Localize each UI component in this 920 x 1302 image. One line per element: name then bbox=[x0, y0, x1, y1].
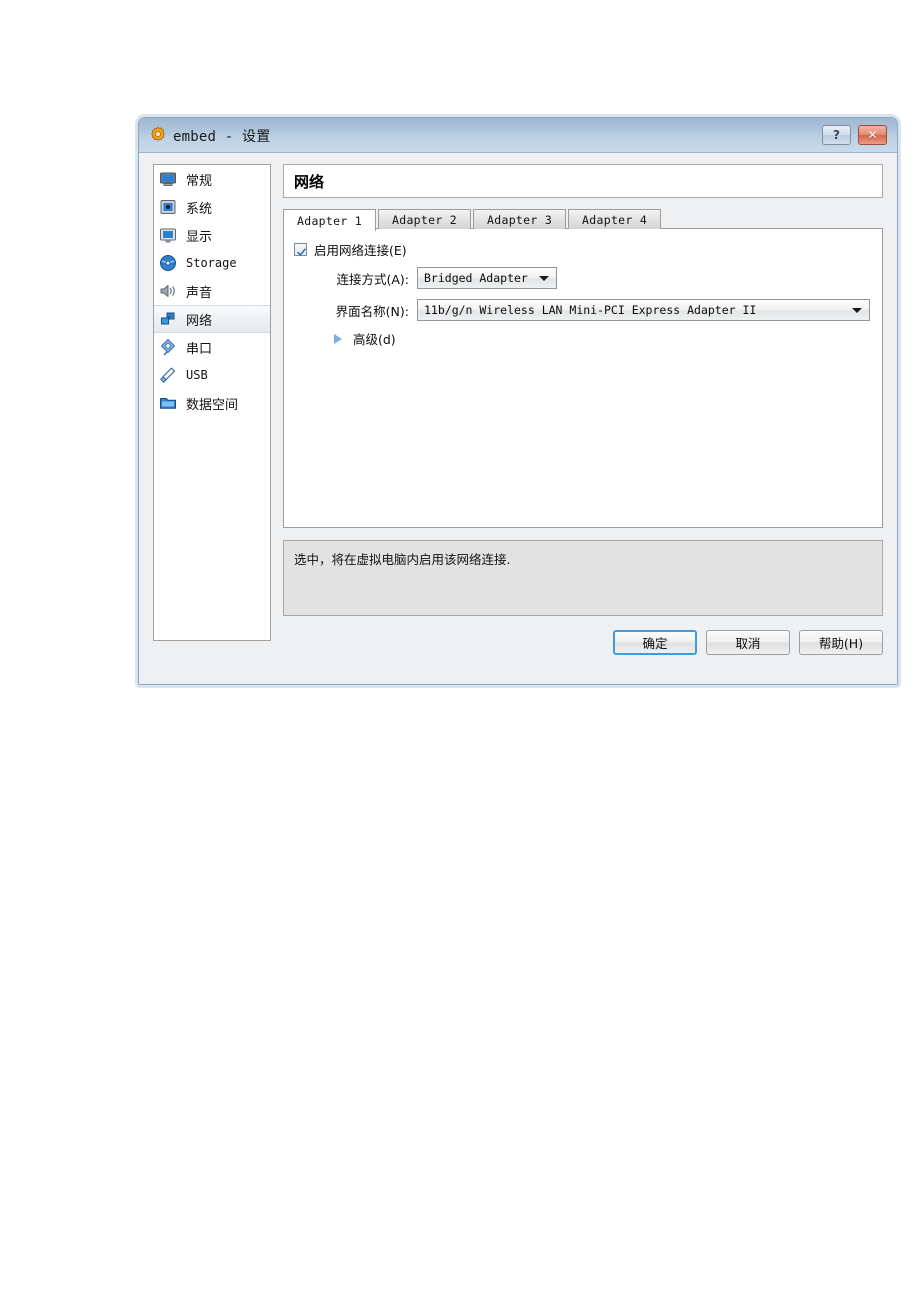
sidebar-item-label: 串口 bbox=[186, 341, 213, 357]
sidebar-item-network[interactable]: 网络 bbox=[154, 305, 270, 333]
close-button[interactable]: ✕ bbox=[858, 125, 887, 145]
help-titlebar-button[interactable]: ? bbox=[822, 125, 851, 145]
attached-to-label: 连接方式(A): bbox=[336, 271, 409, 287]
dialog-body: 常规 系统 显示 Storage 声音 网络 串口 USB 数据空间 网络 Ad… bbox=[139, 153, 897, 684]
disc-icon bbox=[158, 253, 178, 273]
sidebar-item-label: 声音 bbox=[186, 285, 213, 301]
chevron-down-icon bbox=[539, 276, 549, 281]
help-button-label: 帮助(H) bbox=[818, 636, 864, 651]
sidebar-item-storage[interactable]: Storage bbox=[154, 249, 270, 277]
sidebar-item-label: 常规 bbox=[186, 173, 213, 189]
hint-panel: 选中，将在虚拟电脑内启用该网络连接. bbox=[283, 540, 883, 616]
sidebar-item-serial-ports[interactable]: 串口 bbox=[154, 333, 270, 361]
display-icon bbox=[158, 225, 178, 245]
tab-adapter-4[interactable]: Adapter 4 bbox=[568, 209, 662, 229]
sidebar-item-label: Storage bbox=[186, 256, 237, 270]
interface-name-label: 界面名称(N): bbox=[335, 303, 409, 319]
close-icon: ✕ bbox=[867, 128, 878, 142]
speaker-icon bbox=[158, 281, 178, 301]
advanced-expander[interactable]: 高级(d) bbox=[334, 329, 396, 348]
network-icon bbox=[158, 309, 178, 329]
settings-right-pane: 网络 Adapter 1 Adapter 2 Adapter 3 Adapter… bbox=[283, 164, 883, 672]
tab-adapter-1[interactable]: Adapter 1 bbox=[283, 209, 377, 231]
sidebar-item-label: 数据空间 bbox=[186, 397, 239, 413]
chevron-down-icon bbox=[852, 308, 862, 313]
question-mark-icon: ? bbox=[833, 128, 840, 142]
chip-icon bbox=[158, 197, 178, 217]
dialog-button-bar: 确定 取消 帮助(H) bbox=[283, 630, 883, 655]
ok-button-label: 确定 bbox=[642, 636, 668, 651]
adapter-1-panel: 启用网络连接(E) 连接方式(A): Bridged Adapter 界面名称(… bbox=[283, 228, 883, 528]
tab-adapter-2[interactable]: Adapter 2 bbox=[378, 209, 472, 229]
sidebar-item-label: 显示 bbox=[186, 229, 213, 245]
interface-name-row: 界面名称(N): 11b/g/n Wireless LAN Mini-PCI E… bbox=[294, 299, 870, 321]
sidebar-item-label: 系统 bbox=[186, 201, 213, 217]
enable-network-adapter-row[interactable]: 启用网络连接(E) bbox=[294, 240, 407, 259]
tab-adapter-3[interactable]: Adapter 3 bbox=[473, 209, 567, 229]
ok-button[interactable]: 确定 bbox=[613, 630, 697, 655]
tab-label: Adapter 3 bbox=[487, 212, 553, 227]
attached-to-row: 连接方式(A): Bridged Adapter bbox=[294, 267, 557, 289]
enable-network-checkbox-label: 启用网络连接(E) bbox=[314, 243, 407, 258]
attached-to-select[interactable]: Bridged Adapter bbox=[417, 267, 557, 289]
adapter-tab-strip[interactable]: Adapter 1 Adapter 2 Adapter 3 Adapter 4 bbox=[283, 208, 883, 231]
chevron-right-icon bbox=[334, 333, 342, 344]
folder-icon bbox=[158, 393, 178, 413]
help-button[interactable]: 帮助(H) bbox=[799, 630, 883, 655]
attached-to-value: Bridged Adapter bbox=[424, 271, 528, 285]
cancel-button[interactable]: 取消 bbox=[706, 630, 790, 655]
tab-label: Adapter 2 bbox=[392, 212, 458, 227]
sidebar-item-system[interactable]: 系统 bbox=[154, 193, 270, 221]
checkmark-icon bbox=[297, 244, 306, 256]
sidebar-item-display[interactable]: 显示 bbox=[154, 221, 270, 249]
page-title: 网络 bbox=[294, 172, 325, 191]
title-bar[interactable]: embed - 设置 ? ✕ bbox=[139, 118, 897, 153]
cancel-button-label: 取消 bbox=[735, 636, 761, 651]
interface-name-select[interactable]: 11b/g/n Wireless LAN Mini-PCI Express Ad… bbox=[417, 299, 870, 321]
settings-dialog: embed - 设置 ? ✕ 常规 系统 显示 Storage 声音 网络 串口… bbox=[138, 117, 898, 685]
tab-label: Adapter 1 bbox=[297, 213, 363, 228]
sidebar-item-shared-folders[interactable]: 数据空间 bbox=[154, 389, 270, 417]
sidebar-item-audio[interactable]: 声音 bbox=[154, 277, 270, 305]
page-header: 网络 bbox=[283, 164, 883, 198]
sidebar-item-general[interactable]: 常规 bbox=[154, 165, 270, 193]
hint-text: 选中，将在虚拟电脑内启用该网络连接. bbox=[294, 552, 511, 567]
sidebar-item-label: USB bbox=[186, 368, 208, 382]
monitor-icon bbox=[158, 169, 178, 189]
advanced-expander-label: 高级(d) bbox=[353, 332, 396, 347]
sidebar-item-label: 网络 bbox=[186, 313, 213, 329]
sidebar-item-usb[interactable]: USB bbox=[154, 361, 270, 389]
settings-sidebar[interactable]: 常规 系统 显示 Storage 声音 网络 串口 USB 数据空间 bbox=[153, 164, 271, 641]
tab-label: Adapter 4 bbox=[582, 212, 648, 227]
enable-network-checkbox[interactable] bbox=[294, 243, 307, 256]
usb-icon bbox=[158, 365, 178, 385]
interface-name-value: 11b/g/n Wireless LAN Mini-PCI Express Ad… bbox=[424, 303, 757, 317]
gear-icon bbox=[149, 126, 167, 144]
window-title: embed - 设置 bbox=[173, 129, 271, 145]
serial-port-icon bbox=[158, 337, 178, 357]
